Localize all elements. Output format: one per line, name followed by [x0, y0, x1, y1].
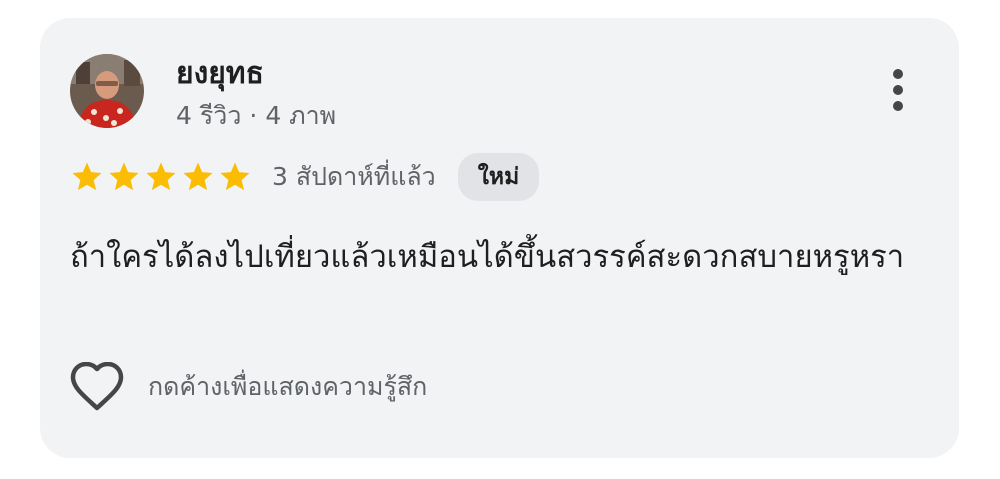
- review-time: 3 สัปดาห์ที่แล้ว: [272, 162, 436, 191]
- review-text: ถ้าใครได้ลงไปเที่ยวแล้วเหมือนได้ขึ้นสวรร…: [70, 239, 905, 275]
- heart-outline-icon: [70, 362, 124, 412]
- photos-count: 4 ภาพ: [265, 101, 337, 130]
- star-icon: [144, 160, 178, 194]
- more-vert-icon: [893, 69, 903, 111]
- meta-separator: ·: [249, 101, 258, 130]
- author-avatar[interactable]: [70, 54, 144, 128]
- rating-row: 3 สัปดาห์ที่แล้ว ใหม่: [70, 152, 540, 202]
- avatar-image: [70, 54, 144, 128]
- like-button[interactable]: กดค้างเพื่อแสดงความรู้สึก: [70, 360, 427, 414]
- like-label: กดค้างเพื่อแสดงความรู้สึก: [148, 372, 428, 401]
- author-meta: 4 รีวิว · 4 ภาพ: [176, 98, 336, 134]
- star-icon: [70, 160, 104, 194]
- star-icon: [181, 160, 215, 194]
- more-options-button[interactable]: [882, 66, 914, 114]
- star-icon: [107, 160, 141, 194]
- reviews-count: 4 รีวิว: [176, 101, 242, 130]
- review-card: ยงยุทธ 4 รีวิว · 4 ภาพ 3 สัปดาห์ที่แล้ว ให…: [40, 18, 959, 458]
- author-name[interactable]: ยงยุทธ: [176, 54, 264, 94]
- star-rating: [70, 160, 252, 194]
- star-icon: [218, 160, 252, 194]
- new-badge: ใหม่: [457, 153, 540, 201]
